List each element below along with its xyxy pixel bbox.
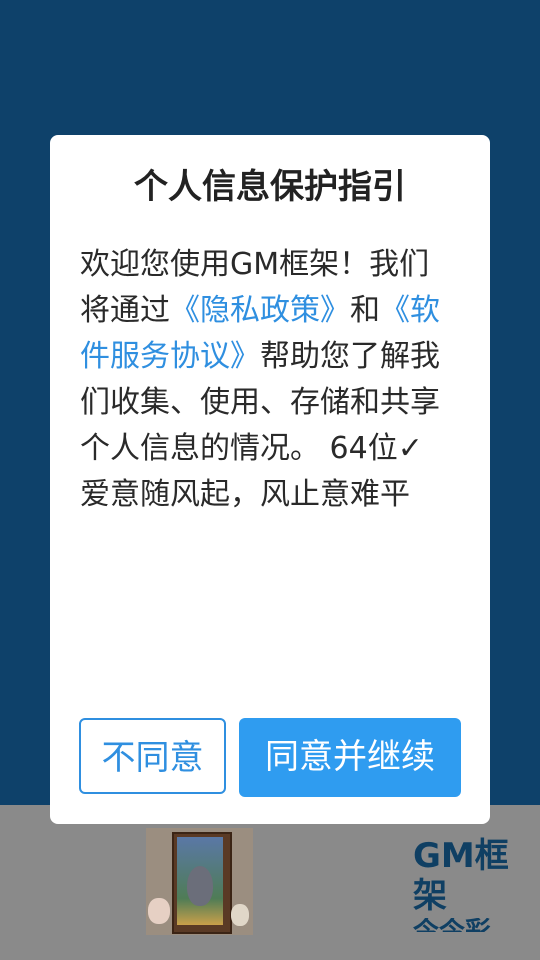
privacy-policy-link[interactable]: 《隐私政策》 bbox=[170, 293, 350, 328]
app-thumbnail-image[interactable] bbox=[146, 828, 253, 935]
plush-toy bbox=[231, 904, 249, 926]
body-and: 和 bbox=[350, 293, 380, 328]
dialog-title: 个人信息保护指引 bbox=[134, 167, 406, 207]
agree-continue-button[interactable]: 同意并继续 bbox=[239, 718, 461, 797]
dialog-body-text: 欢迎您使用GM框架！我们将通过《隐私政策》和《软件服务协议》帮助您了解我们收集、… bbox=[80, 242, 440, 518]
app-subtitle: 今今彩 bbox=[413, 918, 513, 932]
app-title[interactable]: GM框架 bbox=[413, 836, 513, 916]
plush-toy bbox=[148, 898, 170, 924]
totoro-figure bbox=[187, 866, 213, 906]
disagree-button[interactable]: 不同意 bbox=[79, 718, 226, 794]
